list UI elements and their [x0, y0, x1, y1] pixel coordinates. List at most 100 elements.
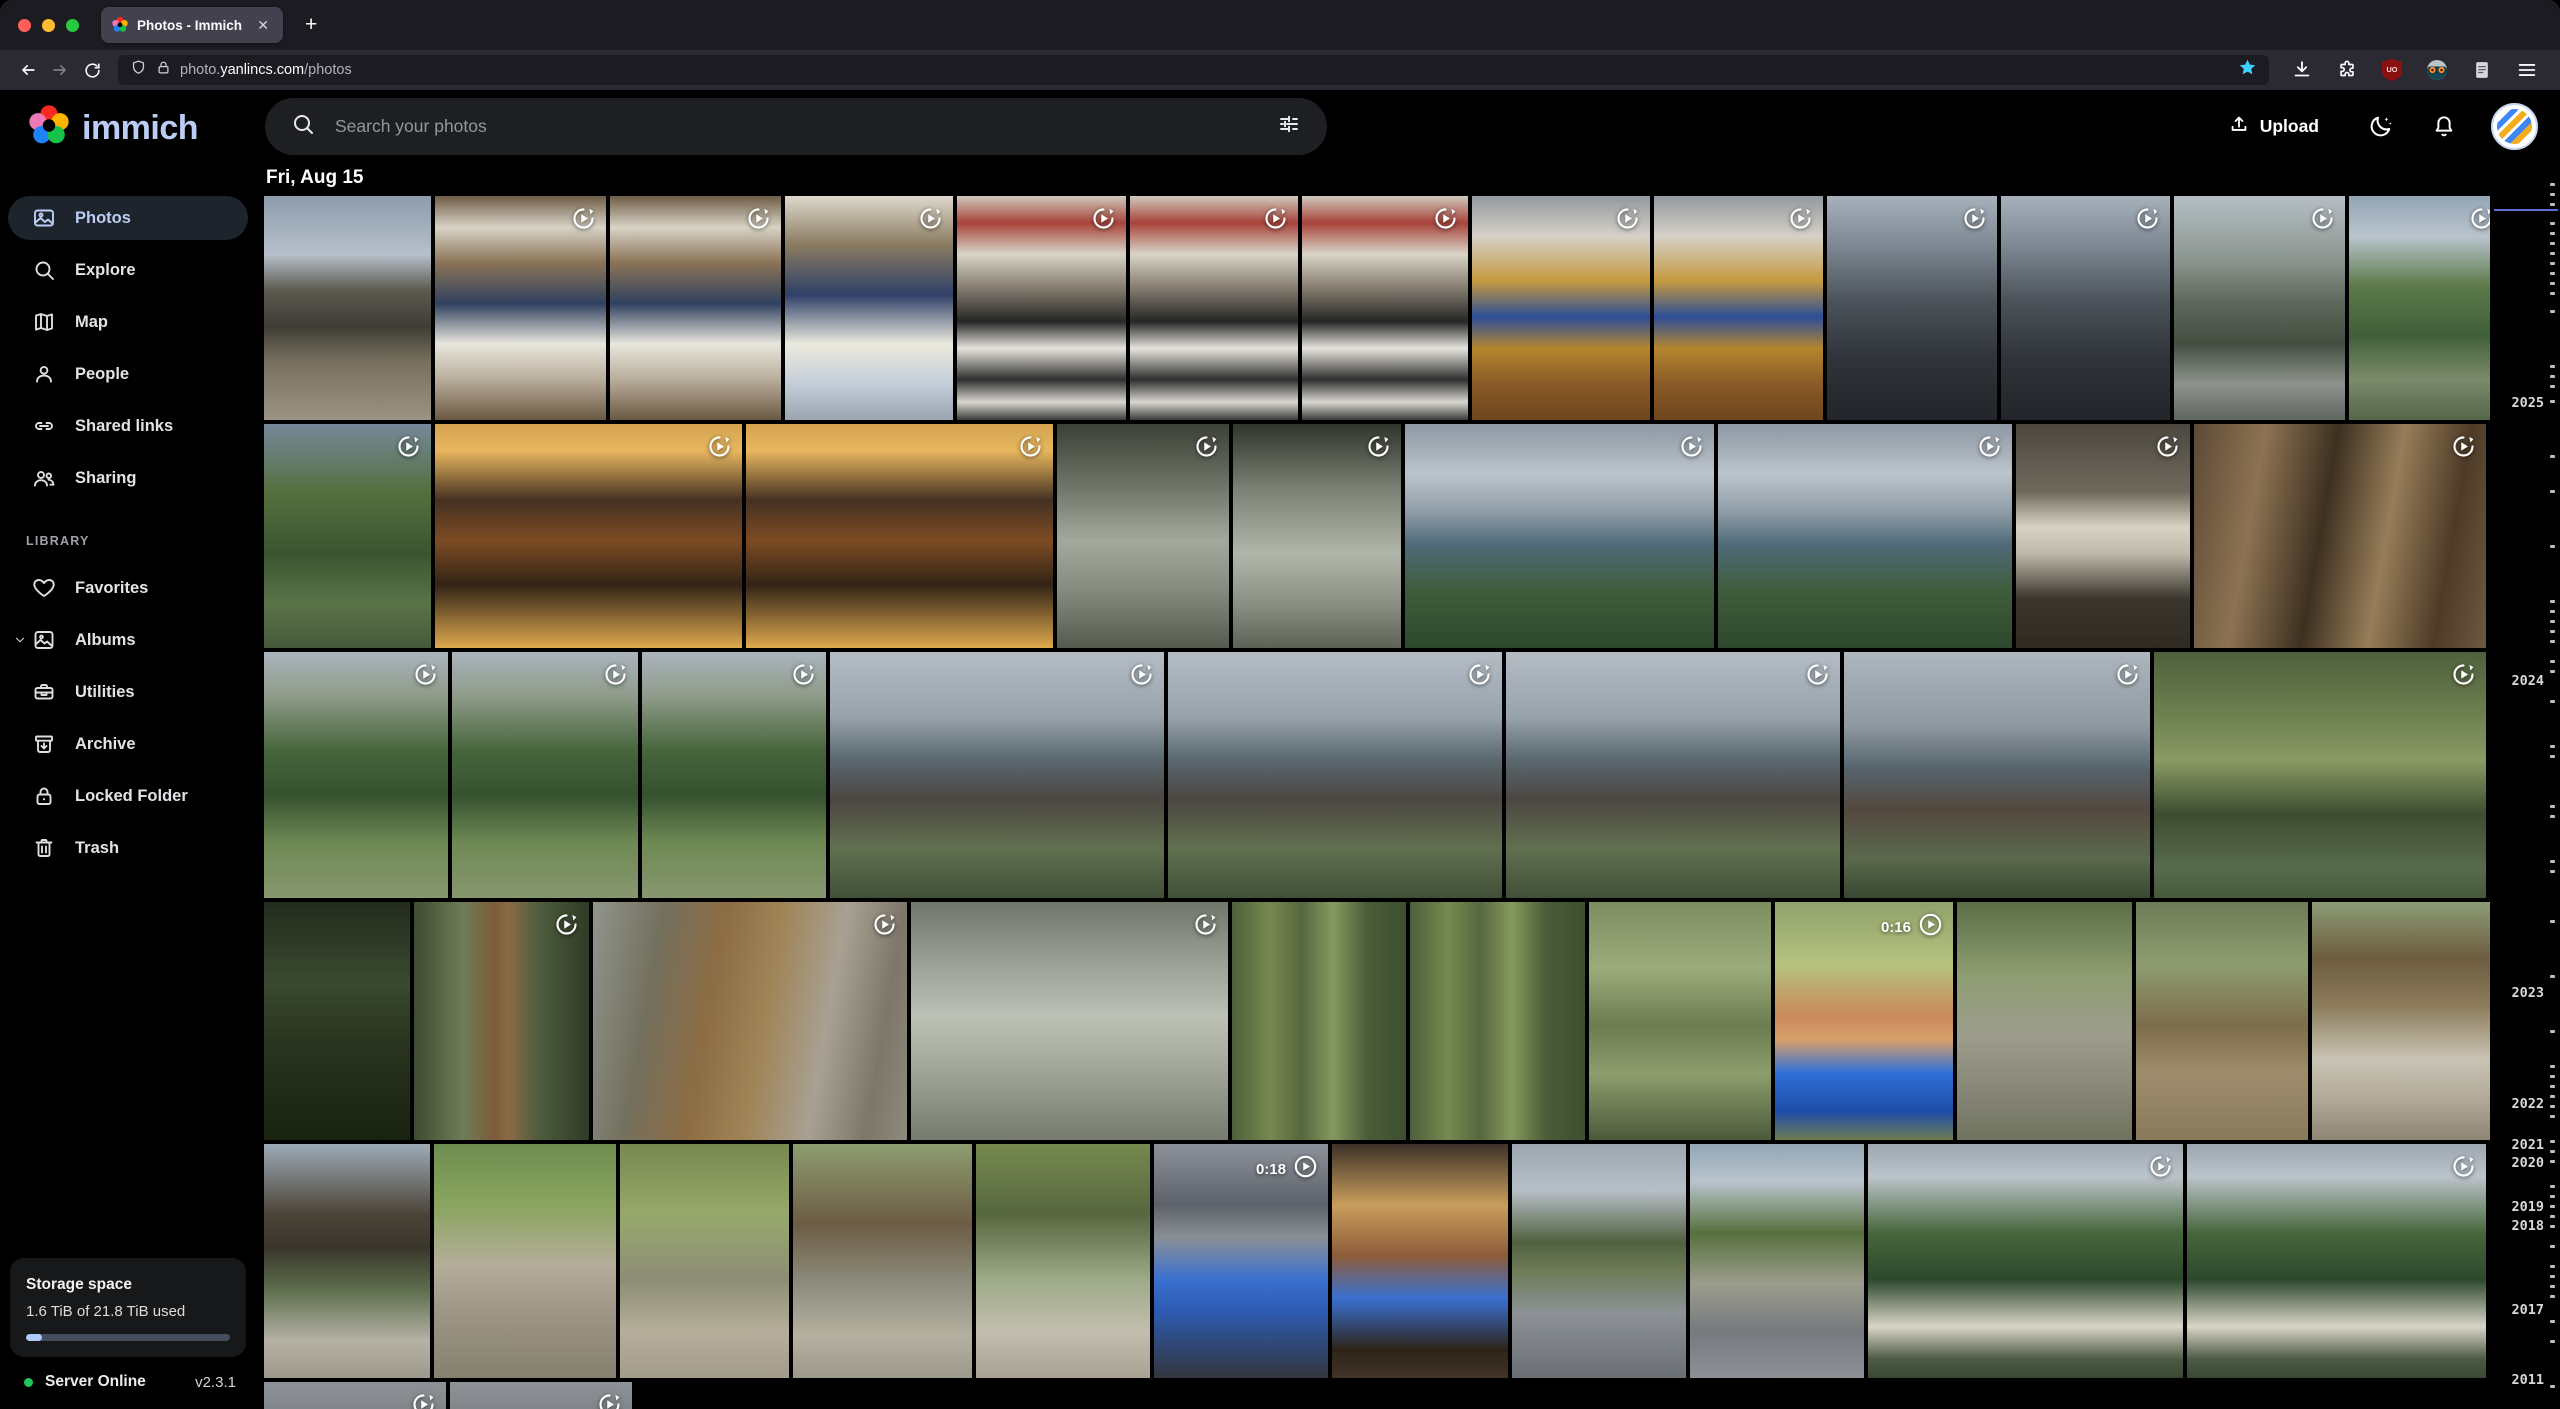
photo-green-cliff[interactable]	[2154, 652, 2486, 898]
photo-stone-path[interactable]	[1957, 902, 2132, 1140]
sidebar-item-utilities[interactable]: Utilities	[8, 670, 248, 714]
photo-shopping-street[interactable]	[1302, 196, 1468, 420]
photo-train-platform[interactable]	[2174, 196, 2345, 420]
forward-button[interactable]	[44, 55, 76, 85]
photo-wooden-sticks[interactable]	[593, 902, 907, 1140]
timeline-scrubber[interactable]: 2025202420232022202120202019201820172011	[2490, 162, 2560, 1409]
sidebar-item-trash[interactable]: Trash	[8, 826, 248, 870]
photo-mossy-rock[interactable]	[1589, 902, 1771, 1140]
photo-river-valley[interactable]	[2349, 196, 2490, 420]
photo-soba-meal[interactable]	[435, 424, 742, 648]
scrubber-year-label[interactable]: 2023	[2511, 985, 2544, 1001]
upload-button[interactable]: Upload	[2228, 113, 2319, 140]
photo-cedar-forest[interactable]	[1410, 902, 1585, 1140]
sidebar-item-map[interactable]: Map	[8, 300, 248, 344]
close-tab-icon[interactable]: ✕	[253, 16, 273, 34]
photo-porcelain-display[interactable]	[785, 196, 953, 420]
sidebar-item-albums[interactable]: Albums	[8, 618, 248, 662]
photo-street-walk[interactable]: 0:18	[1154, 1144, 1328, 1378]
photo-temple-steps[interactable]	[434, 1144, 616, 1378]
photo-street-cars[interactable]	[1512, 1144, 1686, 1378]
photo-dining-table[interactable]	[1654, 196, 1823, 420]
scrubber-position-line[interactable]	[2494, 209, 2558, 211]
photo-wall-sign[interactable]	[2016, 424, 2190, 648]
photo-cliff-temple[interactable]	[1168, 652, 1502, 898]
photo-cliff-temple-b[interactable]	[1844, 652, 2150, 898]
photo-temple-gate-crowd[interactable]	[2312, 902, 2490, 1140]
photo-valley-clouds[interactable]	[1405, 424, 1714, 648]
photo-cliff-temple[interactable]	[1506, 652, 1840, 898]
sidebar-item-archive[interactable]: Archive	[8, 722, 248, 766]
ublock-shield-icon[interactable]: UO	[2379, 57, 2405, 83]
dark-mode-toggle[interactable]	[2363, 109, 2397, 143]
photo-garden-path[interactable]	[976, 1144, 1150, 1378]
scrubber-year-label[interactable]: 2021	[2511, 1137, 2544, 1153]
photo-trail-walk[interactable]: 0:16	[1775, 902, 1953, 1140]
photo-train-interior[interactable]	[264, 1382, 446, 1409]
new-tab-button[interactable]: +	[299, 13, 323, 37]
photo-stone-monuments[interactable]	[911, 902, 1228, 1140]
menu-hamburger-icon[interactable]	[2514, 57, 2540, 83]
photo-city-buildings[interactable]	[1827, 196, 1997, 420]
photo-hillside-path[interactable]	[452, 652, 638, 898]
photo-pagoda[interactable]	[264, 1144, 430, 1378]
photo-porcelain-shop[interactable]	[610, 196, 781, 420]
photo-cedar-forest[interactable]	[1232, 902, 1406, 1140]
photo-hillside-path[interactable]	[264, 652, 448, 898]
sidebar-item-photos[interactable]: Photos	[8, 196, 248, 240]
notifications-bell[interactable]	[2427, 109, 2461, 143]
search-input[interactable]: Search your photos	[265, 98, 1327, 155]
photo-jizo-closeup[interactable]	[1233, 424, 1401, 648]
privacy-mask-icon[interactable]	[2424, 57, 2450, 83]
zoom-window-button[interactable]	[66, 19, 79, 32]
photo-wooden-roof[interactable]	[2194, 424, 2486, 648]
photo-train-interior[interactable]	[450, 1382, 632, 1409]
photo-tree-path[interactable]	[620, 1144, 789, 1378]
photo-porcelain-shop[interactable]	[435, 196, 606, 420]
scrubber-year-label[interactable]: 2024	[2511, 673, 2544, 689]
photo-forest-steps[interactable]	[2136, 902, 2308, 1140]
back-button[interactable]	[12, 55, 44, 85]
reader-page-icon[interactable]	[2469, 57, 2495, 83]
photo-dining-table[interactable]	[1472, 196, 1650, 420]
browser-tab[interactable]: Photos - Immich ✕	[101, 7, 283, 43]
sidebar-item-shared-links[interactable]: Shared links	[8, 404, 248, 448]
sidebar-item-favorites[interactable]: Favorites	[8, 566, 248, 610]
url-bar[interactable]: photo.yanlincs.com/photos	[118, 55, 2269, 85]
immich-logo[interactable]: immich	[26, 103, 198, 154]
scrubber-year-label[interactable]: 2018	[2511, 1218, 2544, 1234]
sidebar-item-sharing[interactable]: Sharing	[8, 456, 248, 500]
sidebar-item-people[interactable]: People	[8, 352, 248, 396]
scrubber-year-label[interactable]: 2019	[2511, 1199, 2544, 1215]
minimize-window-button[interactable]	[42, 19, 55, 32]
search-filter-icon[interactable]	[1277, 112, 1301, 141]
scrubber-year-label[interactable]: 2011	[2511, 1372, 2544, 1388]
photo-city-buildings[interactable]	[2001, 196, 2170, 420]
photo-mountain-town[interactable]	[2187, 1144, 2486, 1378]
download-icon[interactable]	[2289, 57, 2315, 83]
scrubber-year-label[interactable]: 2020	[2511, 1155, 2544, 1171]
photo-shopping-street[interactable]	[957, 196, 1126, 420]
photo-green-riverbank[interactable]	[264, 424, 431, 648]
photo-forest-torii[interactable]	[414, 902, 589, 1140]
reload-button[interactable]	[76, 55, 108, 85]
photo-mountain-town[interactable]	[1868, 1144, 2183, 1378]
scrubber-year-label[interactable]: 2025	[2511, 395, 2544, 411]
photo-shop-interior[interactable]	[1332, 1144, 1508, 1378]
photo-street-town[interactable]	[264, 196, 431, 420]
photo-soba-meal[interactable]	[746, 424, 1053, 648]
tracking-shield-icon[interactable]	[130, 59, 147, 81]
photo-hillside-path[interactable]	[642, 652, 826, 898]
sidebar-item-locked-folder[interactable]: Locked Folder	[8, 774, 248, 818]
photo-shopping-street[interactable]	[1130, 196, 1298, 420]
scrubber-year-label[interactable]: 2017	[2511, 1302, 2544, 1318]
photo-stream[interactable]	[1690, 1144, 1864, 1378]
photo-dark-forest[interactable]	[264, 902, 410, 1140]
bookmark-star-icon[interactable]	[2238, 58, 2257, 82]
user-avatar[interactable]	[2491, 103, 2538, 150]
photo-wooden-gate[interactable]	[793, 1144, 972, 1378]
chevron-down-icon[interactable]	[13, 633, 27, 647]
connection-lock-icon[interactable]	[156, 60, 171, 80]
close-window-button[interactable]	[18, 19, 31, 32]
extensions-puzzle-icon[interactable]	[2334, 57, 2360, 83]
